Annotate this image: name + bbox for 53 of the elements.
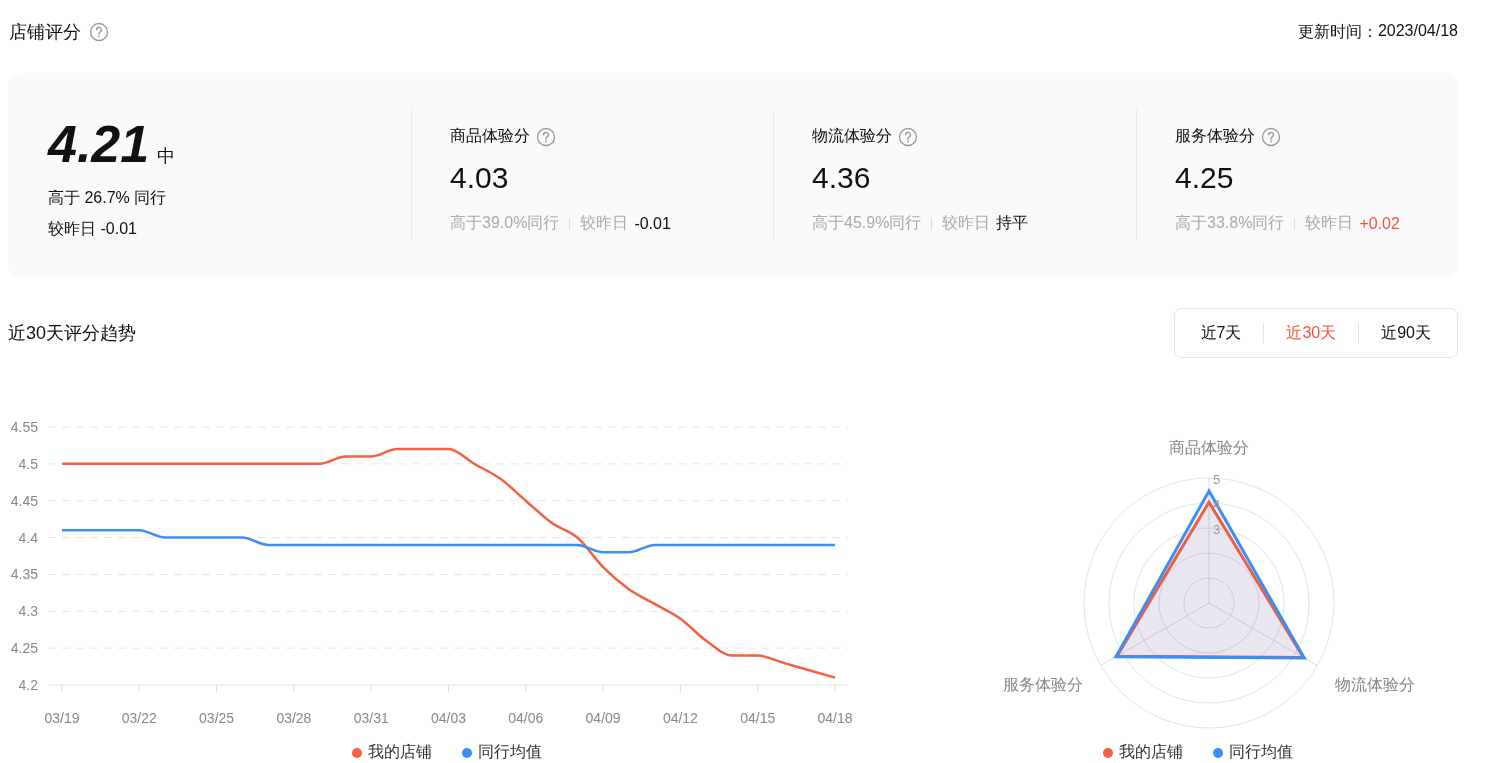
change-value: -0.01 <box>100 220 137 237</box>
update-label: 更新时间： <box>1297 21 1378 42</box>
radar-tick-label: 4 <box>1213 497 1221 512</box>
y-axis-label: 4.5 <box>18 455 38 472</box>
change-value: -0.01 <box>634 214 671 233</box>
radar-axis-label: 商品体验分 <box>1169 439 1249 456</box>
radar-axis-label: 物流体验分 <box>1334 675 1415 693</box>
change-label: 较昨日 <box>48 220 96 237</box>
x-axis-label: 04/06 <box>508 710 544 726</box>
x-axis-label: 04/09 <box>585 710 621 726</box>
metric-name: 商品体验分 <box>450 126 530 146</box>
x-axis-label: 03/19 <box>44 710 80 726</box>
y-axis-label: 4.4 <box>18 529 38 546</box>
legend-label: 我的店铺 <box>368 742 432 762</box>
change-label: 较昨日 <box>942 213 991 233</box>
change-value: 持平 <box>996 213 1029 233</box>
x-axis-label: 04/12 <box>662 710 698 726</box>
x-axis-label: 03/22 <box>121 710 157 726</box>
metric-score: 4.36 <box>812 161 872 195</box>
x-axis-label: 03/25 <box>199 710 235 726</box>
overall-score: 4.21 <box>48 114 150 174</box>
change-label: 较昨日 <box>580 213 629 233</box>
rank-text: 高于39.0%同行 <box>450 213 560 233</box>
y-axis-label: 4.2 <box>18 677 38 693</box>
metric-name: 服务体验分 <box>1175 126 1255 146</box>
legend-label: 同行均值 <box>478 742 542 762</box>
metric-name: 物流体验分 <box>812 126 892 146</box>
legend-label: 我的店铺 <box>1119 742 1183 762</box>
legend-label: 同行均值 <box>1229 742 1293 762</box>
y-axis-label: 4.55 <box>10 419 38 435</box>
x-axis-label: 03/28 <box>276 710 312 726</box>
metric-score: 4.25 <box>1175 161 1235 195</box>
radar-tick-label: 3 <box>1213 522 1221 537</box>
x-axis-label: 03/31 <box>353 710 389 726</box>
y-axis-label: 4.3 <box>18 603 38 620</box>
update-date: 2023/04/18 <box>1377 21 1458 41</box>
rank-text: 高于33.8%同行 <box>1175 213 1285 233</box>
radar-axis-label: 服务体验分 <box>1003 675 1084 693</box>
score-grade: 中 <box>157 145 176 168</box>
rank-text: 高于 26.7% 同行 <box>48 188 168 208</box>
metric-score: 4.03 <box>450 161 510 195</box>
radar-tick-label: 5 <box>1213 472 1221 487</box>
y-axis-label: 4.45 <box>10 492 38 509</box>
y-axis-label: 4.35 <box>10 566 38 583</box>
change-label: 较昨日 <box>1305 213 1354 233</box>
y-axis-label: 4.25 <box>10 640 38 657</box>
change-value: +0.02 <box>1359 214 1400 233</box>
x-axis-label: 04/15 <box>740 710 776 726</box>
x-axis-label: 04/03 <box>431 710 466 726</box>
page-title: 店铺评分 <box>9 21 81 44</box>
section-title: 近30天评分趋势 <box>8 322 137 345</box>
x-axis-label: 04/18 <box>817 710 853 726</box>
rank-text: 高于45.9%同行 <box>812 213 922 233</box>
